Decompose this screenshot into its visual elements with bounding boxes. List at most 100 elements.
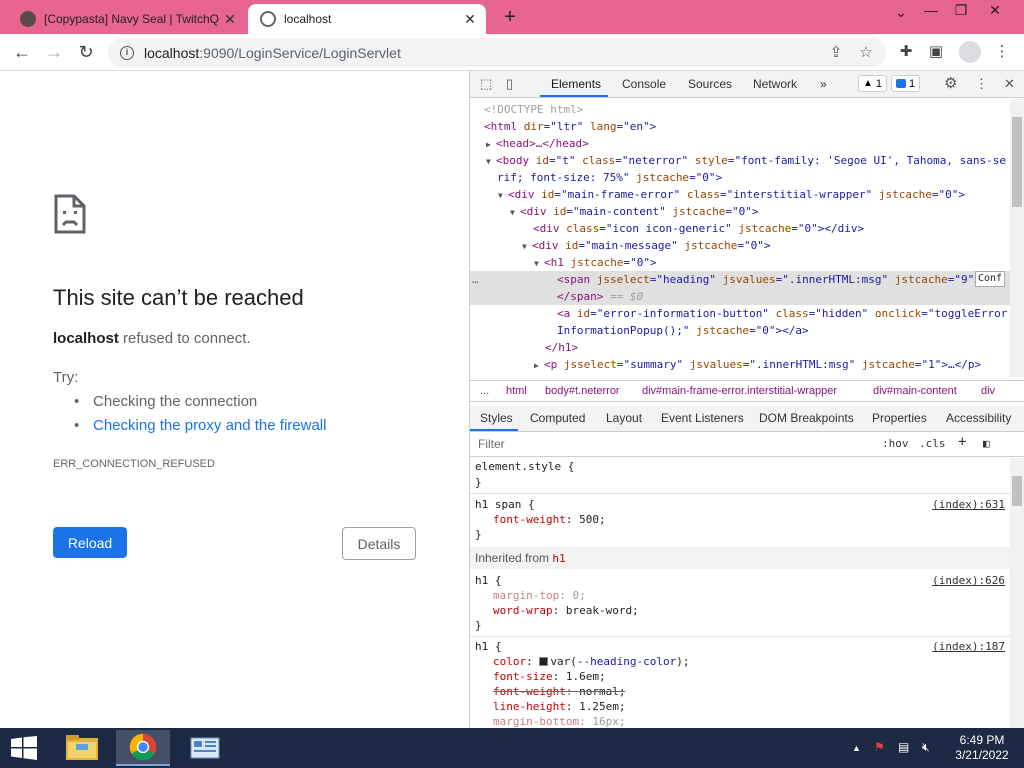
back-arrow-icon[interactable]: ← [10, 40, 34, 64]
dom-scrollbar[interactable] [1010, 99, 1024, 377]
color-swatch-icon[interactable] [539, 657, 549, 666]
dom-line[interactable]: <div class="icon icon-generic" jstcache=… [533, 220, 1010, 237]
dom-line[interactable]: ▼ <div id="main-content" jstcache="0"> [510, 203, 1010, 221]
side-panel-icon[interactable]: ▣ [926, 42, 946, 62]
style-declaration[interactable]: font-size: 1.6em; [493, 669, 1010, 684]
style-declaration[interactable]: margin-top: 0; [493, 588, 1010, 603]
action-center-flag-icon[interactable]: ⚑ [874, 740, 885, 754]
breadcrumb-item[interactable]: div#main-content [873, 385, 957, 397]
warnings-badge[interactable]: ▲ 1 [858, 75, 888, 92]
reload-icon[interactable]: ↻ [74, 40, 98, 64]
dom-line[interactable]: InformationPopup();" jstcache="0"></a> [557, 322, 1010, 339]
tab-styles[interactable]: Styles [480, 411, 513, 425]
tab-localhost[interactable]: localhost ✕ [248, 4, 486, 34]
style-declaration[interactable]: font-weight: 500; [493, 512, 1010, 527]
close-tab-icon[interactable]: ✕ [460, 11, 480, 28]
scrollbar-thumb[interactable] [1012, 476, 1022, 506]
dom-line[interactable]: rif; font-size: 75%" jstcache="0"> [497, 169, 1010, 186]
show-hidden-icons-icon[interactable]: ▲ [852, 743, 861, 753]
dom-line[interactable]: <html dir="ltr" lang="en"> [484, 118, 1010, 135]
tab-properties[interactable]: Properties [872, 411, 927, 425]
minimize-icon[interactable]: — [916, 2, 946, 18]
windows-start-icon[interactable] [10, 736, 38, 760]
style-declaration-overridden[interactable]: font-weight: normal; [493, 684, 1010, 699]
text-node-preview: Conf [975, 271, 1006, 287]
new-tab-icon[interactable]: + [498, 6, 522, 29]
settings-gear-icon[interactable]: ⚙ [944, 74, 957, 92]
dom-line[interactable]: ▼ <div id="main-frame-error" class="inter… [498, 186, 1010, 204]
warning-count: 1 [875, 77, 883, 90]
issues-badge[interactable]: 1 [891, 75, 921, 92]
device-toggle-icon[interactable]: ▯ [506, 76, 513, 92]
system-clock[interactable]: 6:49 PM 3/21/2022 [950, 733, 1014, 763]
suggestion-link[interactable]: Checking the proxy and the firewall [93, 417, 326, 434]
hov-toggle[interactable]: :hov [882, 437, 909, 450]
dom-line-selected[interactable]: </span> == $0 [470, 288, 1010, 305]
style-declaration[interactable]: color: var(--heading-color); [493, 654, 1010, 669]
dom-line[interactable]: ▶ <head>…</head> [486, 135, 1010, 153]
tab-accessibility[interactable]: Accessibility [946, 411, 1011, 425]
dom-line[interactable]: ▶ <p jsselect="summary" jsvalues=".innerH… [534, 356, 1010, 374]
tab-computed[interactable]: Computed [530, 411, 585, 425]
new-rule-plus-icon[interactable]: + [958, 434, 966, 450]
profile-avatar[interactable] [959, 41, 981, 63]
toggle-sidebar-icon[interactable]: ◧ [983, 437, 990, 450]
cls-toggle[interactable]: .cls [919, 437, 946, 450]
dom-line[interactable]: <a id="error-information-button" class="… [557, 305, 1010, 322]
rule-source-link[interactable]: (index):626 [932, 573, 1005, 588]
breadcrumb-ellipsis[interactable]: ... [480, 385, 489, 397]
extensions-puzzle-icon[interactable]: ✚ [896, 42, 916, 62]
restore-icon[interactable]: ❐ [946, 2, 976, 19]
breadcrumb-item[interactable]: body#t.neterror [545, 385, 620, 397]
close-window-icon[interactable]: ✕ [980, 2, 1010, 19]
close-tab-icon[interactable]: ✕ [220, 11, 240, 28]
dom-line[interactable]: ▼ <body id="t" class="neterror" style="fo… [486, 152, 1010, 170]
control-panel-app[interactable] [178, 730, 232, 766]
menu-kebab-icon[interactable]: ⋮ [992, 42, 1012, 62]
rule-source-link[interactable]: (index):631 [932, 497, 1005, 512]
tab-event-listeners[interactable]: Event Listeners [661, 411, 744, 425]
details-button[interactable]: Details [342, 527, 416, 560]
forward-arrow-icon[interactable]: → [42, 40, 66, 64]
tab-console[interactable]: Console [622, 77, 666, 91]
tab-twitchquotes[interactable]: [Copypasta] Navy Seal | TwitchQ ✕ [8, 4, 246, 34]
rule-divider [470, 636, 1010, 637]
breadcrumb-item[interactable]: div#main-frame-error.interstitial-wrappe… [642, 385, 837, 397]
suggestion-item[interactable]: Checking the proxy and the firewall [74, 417, 326, 434]
dom-line[interactable]: ▼ <div id="main-message" jstcache="0"> [522, 237, 1010, 255]
tab-sources[interactable]: Sources [688, 77, 732, 91]
tab-network[interactable]: Network [753, 77, 797, 91]
close-devtools-icon[interactable]: ✕ [1004, 76, 1015, 92]
tab-search-icon[interactable]: ⌄ [886, 4, 916, 21]
dom-line[interactable]: </h1> [545, 339, 1010, 356]
tab-layout[interactable]: Layout [606, 411, 642, 425]
tab-dom-breakpoints[interactable]: DOM Breakpoints [759, 411, 854, 425]
scrollbar-thumb[interactable] [1012, 117, 1022, 207]
dom-line[interactable]: <!DOCTYPE html> [484, 101, 1010, 118]
share-icon[interactable]: ⇪ [826, 43, 846, 63]
rule-source-link[interactable]: (index):187 [932, 639, 1005, 654]
inspect-element-icon[interactable]: ⬚ [480, 76, 492, 92]
chrome-app[interactable] [116, 730, 170, 766]
sad-document-icon [54, 194, 86, 234]
breadcrumb-item[interactable]: html [506, 385, 527, 397]
styles-scrollbar[interactable] [1010, 458, 1024, 728]
active-tab-indicator [540, 95, 608, 97]
tab-elements[interactable]: Elements [551, 77, 601, 91]
reload-button[interactable]: Reload [53, 527, 127, 558]
dom-line-selected[interactable]: … <span jsselect="heading" jsvalues=".in… [470, 271, 1010, 288]
address-bar[interactable]: i localhost:9090/LoginService/LoginServl… [108, 38, 886, 67]
more-tabs-icon[interactable]: » [820, 77, 827, 91]
style-declaration[interactable]: margin-bottom: 16px; [493, 714, 1010, 728]
breadcrumb-item[interactable]: div [981, 385, 995, 397]
style-declaration[interactable]: line-height: 1.25em; [493, 699, 1010, 714]
devtools-menu-icon[interactable]: ⋮ [975, 76, 988, 92]
style-declaration[interactable]: word-wrap: break-word; [493, 603, 1010, 618]
network-icon[interactable]: ▤ [898, 740, 909, 754]
site-info-icon[interactable]: i [120, 45, 134, 60]
bookmark-star-icon[interactable]: ☆ [856, 43, 876, 63]
file-explorer-app[interactable] [56, 730, 110, 766]
dom-line[interactable]: ▼ <h1 jstcache="0"> [534, 254, 1010, 272]
filter-input[interactable]: Filter [478, 437, 505, 451]
volume-muted-icon[interactable]: 🔇︎ [922, 740, 930, 755]
